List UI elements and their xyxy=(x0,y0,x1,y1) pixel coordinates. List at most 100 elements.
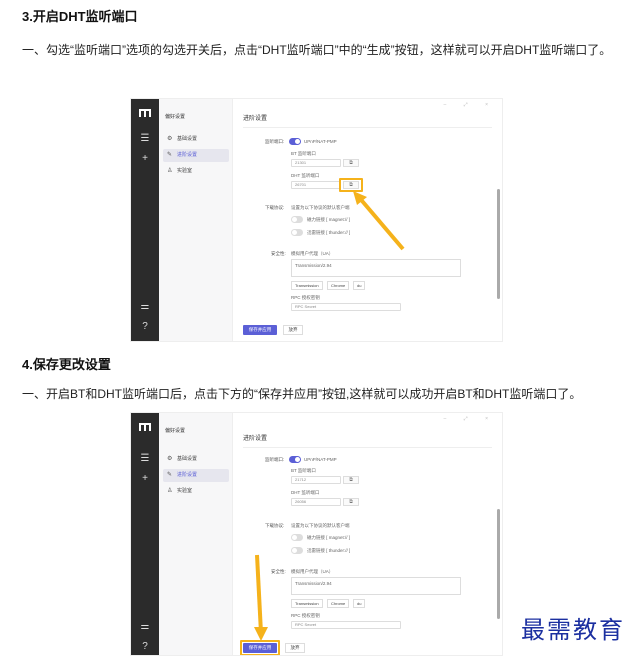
pointer-arrow xyxy=(254,554,268,641)
bt-port-label: BT 监听端口 xyxy=(291,151,316,156)
add-icon[interactable]: + xyxy=(131,153,159,164)
magnet-label: 磁力链接 [ magnet:// ] xyxy=(307,217,351,222)
bt-port-input[interactable]: 21301 xyxy=(291,159,341,167)
basic-settings-icon: ⚙ xyxy=(167,136,173,142)
security-label: 安全性: xyxy=(271,569,286,574)
listen-toggle-text: UPnP/NAT-PMP xyxy=(304,139,337,144)
dht-port-label: DHT 监听端口 xyxy=(291,490,320,495)
section-paragraph-4: 一、开启BT和DHT监听端口后，点击下方的“保存并应用”按钮,这样就可以成功开启… xyxy=(22,387,582,401)
listen-toggle-text: UPnP/NAT-PMP xyxy=(304,457,337,462)
bt-port-input[interactable]: 21712 xyxy=(291,476,341,484)
nav-basic[interactable]: ⚙ 基础设置 xyxy=(163,453,229,466)
rpc-label: RPC 授权密钥 xyxy=(291,613,320,618)
lab-icon: ♙ xyxy=(167,488,173,494)
nav-advanced-label: 进阶设置 xyxy=(177,152,198,158)
save-apply-button[interactable]: 保存并应用 xyxy=(243,325,277,335)
ua-chip-transmission[interactable]: Transmission xyxy=(291,599,323,608)
basic-settings-icon: ⚙ xyxy=(167,456,173,462)
nav-advanced[interactable]: ✎ 进阶设置 xyxy=(163,469,229,482)
menu-icon[interactable]: ☰ xyxy=(131,133,159,144)
advanced-settings-icon: ✎ xyxy=(167,472,173,478)
bt-generate-button[interactable]: ⧉ xyxy=(343,476,359,484)
sliders-icon[interactable]: ⚌ xyxy=(131,301,159,312)
window-controls[interactable]: – ⤢ × xyxy=(444,416,496,422)
nav-lab-label: 实验室 xyxy=(177,168,193,174)
section-heading-4: 4.保存更改设置 xyxy=(22,357,111,372)
settings-sidebar: 偏好设置 ⚙ 基础设置 ✎ 进阶设置 ♙ 实验室 xyxy=(159,99,233,341)
divider xyxy=(243,447,492,448)
section-heading-3: 3.开启DHT监听端口 xyxy=(22,9,138,24)
section-paragraph-3: 一、勾选“监听端口”选项的勾选开关后，点击“DHT监听端口”中的“生成”按钮，这… xyxy=(22,43,612,57)
scrollbar[interactable] xyxy=(497,509,500,619)
ua-label: 模拟用户代理（UA） xyxy=(291,569,334,574)
add-icon[interactable]: + xyxy=(131,473,159,484)
thunder-toggle[interactable] xyxy=(291,229,303,236)
rpc-input[interactable]: RPC Secret xyxy=(291,303,401,311)
listen-toggle[interactable] xyxy=(289,138,301,145)
dht-port-input[interactable]: 26056 xyxy=(291,498,341,506)
nav-basic-label: 基础设置 xyxy=(177,136,198,142)
nav-basic[interactable]: ⚙ 基础设置 xyxy=(163,133,229,146)
app-rail: ☰ + ⚌ ? xyxy=(131,99,159,341)
pointer-arrow xyxy=(353,191,405,251)
advanced-settings-icon: ✎ xyxy=(167,152,173,158)
download-label: 下载协议: xyxy=(265,523,285,528)
watermark-logo: 最需教育 xyxy=(521,616,625,644)
download-label: 下载协议: xyxy=(265,205,285,210)
discard-button[interactable]: 放弃 xyxy=(285,643,305,653)
app-logo-icon xyxy=(139,423,151,431)
ua-textarea[interactable]: Transmission/2.94 xyxy=(291,259,461,277)
rpc-input[interactable]: RPC Secret xyxy=(291,621,401,629)
security-label: 安全性: xyxy=(271,251,286,256)
settings-main: – ⤢ × 进阶设置 监听端口: UPnP/NAT-PMP BT 监听端口 21… xyxy=(233,413,502,655)
nav-basic-label: 基础设置 xyxy=(177,456,198,462)
scrollbar[interactable] xyxy=(497,189,500,299)
menu-icon[interactable]: ☰ xyxy=(131,453,159,464)
lab-icon: ♙ xyxy=(167,168,173,174)
magnet-toggle[interactable] xyxy=(291,534,303,541)
nav-lab[interactable]: ♙ 实验室 xyxy=(163,485,229,498)
listen-label: 监听端口: xyxy=(265,139,285,144)
content-title: 进阶设置 xyxy=(243,116,268,122)
help-icon[interactable]: ? xyxy=(131,321,159,332)
listen-toggle[interactable] xyxy=(289,456,301,463)
ua-textarea[interactable]: Transmission/2.94 xyxy=(291,577,461,595)
magnet-toggle[interactable] xyxy=(291,216,303,223)
sliders-icon[interactable]: ⚌ xyxy=(131,621,159,632)
dht-generate-button[interactable]: ⧉ xyxy=(343,498,359,506)
divider xyxy=(243,127,492,128)
ua-chip-du[interactable]: du xyxy=(353,281,366,290)
discard-button[interactable]: 放弃 xyxy=(283,325,303,335)
ua-chip-chrome[interactable]: Chrome xyxy=(327,281,350,290)
window-controls[interactable]: – ⤢ × xyxy=(444,102,496,108)
settings-sidebar: 偏好设置 ⚙ 基础设置 ✎ 进阶设置 ♙ 实验室 xyxy=(159,413,233,655)
help-icon[interactable]: ? xyxy=(131,641,159,652)
ua-chip-chrome[interactable]: Chrome xyxy=(327,599,350,608)
dht-port-input[interactable]: 26701 xyxy=(291,181,341,189)
nav-advanced-label: 进阶设置 xyxy=(177,472,198,478)
screenshot-2: ☰ + ⚌ ? 偏好设置 ⚙ 基础设置 ✎ 进阶设置 ♙ 实验室 – ⤢ × 进阶设置… xyxy=(130,412,503,656)
screenshot-1: ☰ + ⚌ ? 偏好设置 ⚙ 基础设置 ✎ 进阶设置 ♙ 实验室 – ⤢ × 进阶设置… xyxy=(130,98,503,342)
app-rail: ☰ + ⚌ ? xyxy=(131,413,159,655)
download-desc: 设置为以下协议的默认客户端 xyxy=(291,205,350,210)
nav-advanced[interactable]: ✎ 进阶设置 xyxy=(163,149,229,162)
sidebar-title: 偏好设置 xyxy=(165,428,186,434)
app-logo-icon xyxy=(139,109,151,117)
thunder-label: 迅雷链接 [ thunder:// ] xyxy=(307,230,351,235)
settings-main: – ⤢ × 进阶设置 监听端口: UPnP/NAT-PMP BT 监听端口 21… xyxy=(233,99,502,341)
thunder-toggle[interactable] xyxy=(291,547,303,554)
rpc-label: RPC 授权密钥 xyxy=(291,295,320,300)
ua-label: 模拟用户代理（UA） xyxy=(291,251,334,256)
bt-generate-button[interactable]: ⧉ xyxy=(343,159,359,167)
article: 3.开启DHT监听端口 一、勾选“监听端口”选项的勾选开关后，点击“DHT监听端… xyxy=(0,0,633,659)
bt-port-label: BT 监听端口 xyxy=(291,468,316,473)
dht-port-label: DHT 监听端口 xyxy=(291,173,320,178)
thunder-label: 迅雷链接 [ thunder:// ] xyxy=(307,548,351,553)
download-desc: 设置为以下协议的默认客户端 xyxy=(291,523,350,528)
nav-lab[interactable]: ♙ 实验室 xyxy=(163,165,229,178)
ua-chip-transmission[interactable]: Transmission xyxy=(291,281,323,290)
content-title: 进阶设置 xyxy=(243,436,268,442)
ua-chip-du[interactable]: du xyxy=(353,599,366,608)
magnet-label: 磁力链接 [ magnet:// ] xyxy=(307,535,351,540)
sidebar-title: 偏好设置 xyxy=(165,114,186,120)
